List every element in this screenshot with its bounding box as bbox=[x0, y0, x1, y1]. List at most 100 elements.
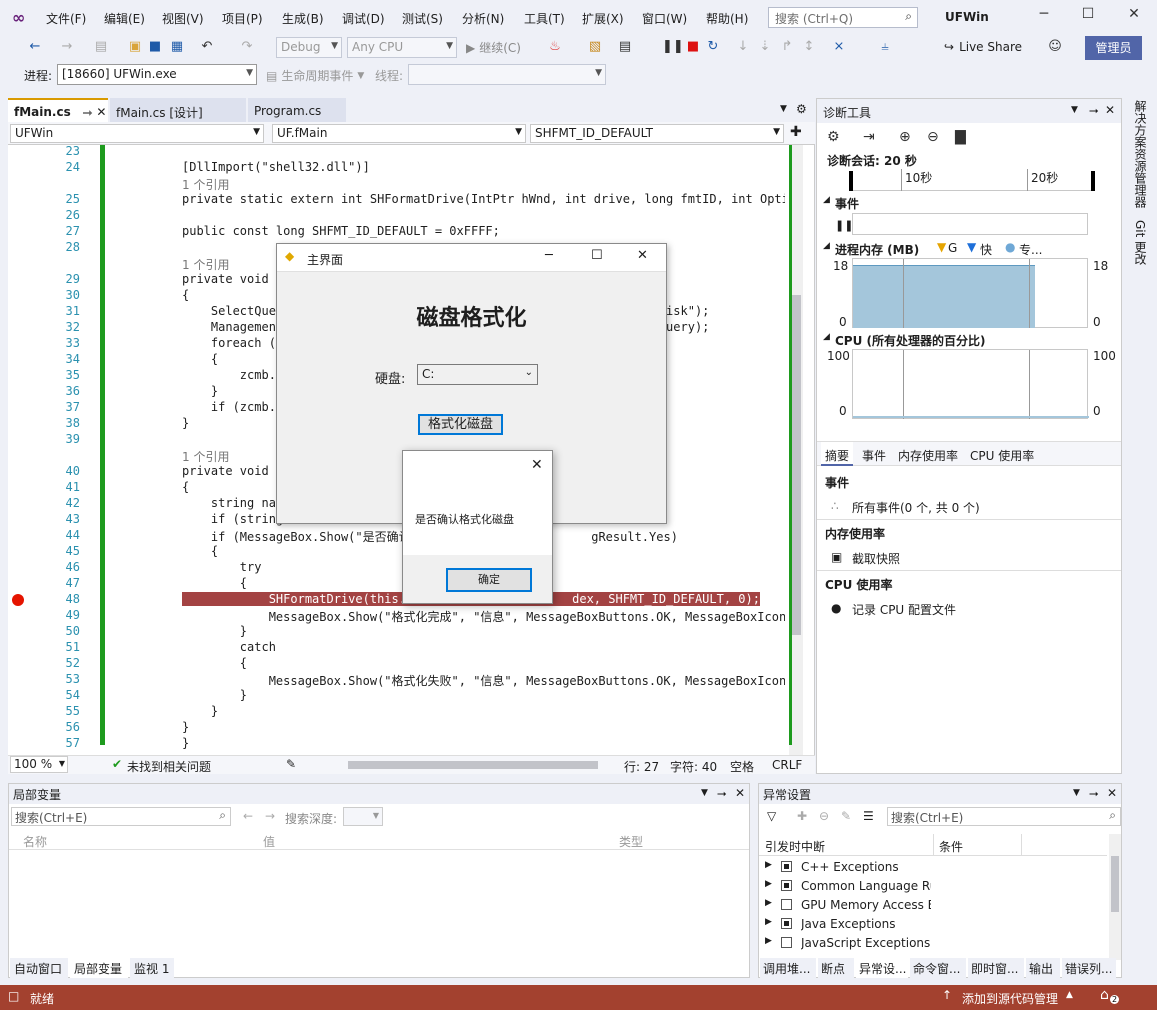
tab-overflow-icon[interactable]: ▼ bbox=[780, 104, 787, 114]
solution-explorer-tab[interactable]: 解决方案资源管理器 bbox=[1132, 100, 1149, 208]
column-type[interactable]: 类型 bbox=[619, 833, 643, 850]
breakpoint-list-icon[interactable]: ⫨ bbox=[876, 38, 894, 56]
back-icon[interactable]: ← bbox=[26, 38, 44, 56]
format-disk-button[interactable]: 格式化磁盘 bbox=[418, 414, 503, 435]
exception-checkbox[interactable] bbox=[781, 880, 792, 891]
disk-select[interactable]: C: ⌄ bbox=[417, 364, 538, 385]
codelens-reference[interactable]: 1 个引用 bbox=[182, 256, 229, 273]
line-indicator[interactable]: 行: 27 bbox=[624, 758, 659, 775]
horizontal-scrollbar[interactable] bbox=[348, 761, 598, 769]
exception-checkbox[interactable] bbox=[781, 899, 792, 910]
locals-search-input[interactable]: 搜索(Ctrl+E) ⌕ bbox=[11, 807, 231, 826]
tab-command-window[interactable]: 命令窗... bbox=[910, 958, 966, 978]
tab-memory[interactable]: 内存使用率 bbox=[898, 447, 958, 464]
chevron-down-icon[interactable]: ▼ bbox=[701, 788, 708, 798]
exception-row[interactable]: ▶ Java Exceptions bbox=[759, 915, 1107, 934]
menu-debug[interactable]: 调试(D) bbox=[342, 10, 385, 27]
redo-icon[interactable]: ↷ bbox=[238, 38, 256, 56]
exception-checkbox[interactable] bbox=[781, 861, 792, 872]
col-indicator[interactable]: 字符: 40 bbox=[670, 758, 717, 775]
zoom-select[interactable]: 100 % ▼ bbox=[10, 756, 68, 773]
spaces-indicator[interactable]: 空格 bbox=[730, 758, 754, 775]
menu-build[interactable]: 生成(B) bbox=[282, 10, 324, 27]
exception-row[interactable]: ▶ Common Language Ru bbox=[759, 877, 1107, 896]
eol-indicator[interactable]: CRLF bbox=[772, 758, 802, 772]
exception-checkbox[interactable] bbox=[781, 937, 792, 948]
all-events-link[interactable]: 所有事件(0 个, 共 0 个) bbox=[852, 499, 980, 516]
continue-button[interactable]: ▶ 继续(C) bbox=[466, 39, 521, 56]
exception-row[interactable]: ▶ JavaScript Exceptions bbox=[759, 934, 1107, 953]
scrollbar-thumb[interactable] bbox=[791, 295, 801, 635]
diagnostics-icon[interactable]: ▧ bbox=[586, 38, 604, 56]
edit-icon[interactable]: ✎ bbox=[841, 809, 851, 823]
open-folder-icon[interactable]: ▣ bbox=[126, 38, 144, 56]
close-icon[interactable]: ✕ bbox=[1105, 103, 1115, 117]
menu-project[interactable]: 项目(P) bbox=[222, 10, 263, 27]
maximize-button[interactable]: ☐ bbox=[1074, 6, 1102, 28]
exception-row[interactable]: ▶ C++ Exceptions bbox=[759, 858, 1107, 877]
tab-summary[interactable]: 摘要 bbox=[821, 442, 854, 466]
codelens-reference[interactable]: 1 个引用 bbox=[182, 176, 229, 193]
lifecycle-events-button[interactable]: ▤ 生命周期事件 ▼ bbox=[266, 67, 364, 84]
feedback-icon[interactable]: ☺ bbox=[1046, 38, 1064, 56]
restore-icon[interactable]: ☰ bbox=[863, 809, 874, 823]
memory-graph[interactable] bbox=[852, 258, 1088, 328]
close-icon[interactable]: ✕ bbox=[637, 248, 648, 263]
tab-breakpoints[interactable]: 断点 bbox=[818, 958, 854, 978]
minimize-icon[interactable]: ─ bbox=[545, 248, 553, 263]
menu-file[interactable]: 文件(F) bbox=[46, 10, 86, 27]
close-icon[interactable]: ✕ bbox=[1107, 786, 1117, 800]
chevron-up-icon[interactable]: ▲ bbox=[1066, 990, 1073, 1000]
maximize-icon[interactable]: ☐ bbox=[591, 248, 603, 263]
config-select[interactable]: Debug ▼ bbox=[276, 37, 342, 58]
record-cpu-link[interactable]: 记录 CPU 配置文件 bbox=[852, 601, 956, 618]
chevron-down-icon[interactable]: ▼ bbox=[1071, 105, 1078, 115]
filter-icon[interactable]: ⨯ bbox=[830, 38, 848, 56]
step-into-icon[interactable]: ↓ bbox=[734, 38, 752, 56]
forward-icon[interactable]: → bbox=[58, 38, 76, 56]
main-form-titlebar[interactable]: ◆ 主界面 ─ ☐ ✕ bbox=[277, 244, 666, 272]
pause-icon[interactable]: ❚❚ bbox=[662, 38, 684, 56]
pin-icon[interactable]: ⭢ bbox=[1089, 103, 1099, 118]
add-to-source-control[interactable]: 添加到源代码管理 bbox=[962, 990, 1058, 1007]
exception-checkbox[interactable] bbox=[781, 918, 792, 929]
step-back-icon[interactable]: ↕ bbox=[800, 38, 818, 56]
tab-output[interactable]: 输出 bbox=[1026, 958, 1060, 978]
exceptions-scrollbar[interactable] bbox=[1109, 834, 1121, 960]
expand-icon[interactable]: ▶ bbox=[765, 860, 772, 870]
menu-extensions[interactable]: 扩展(X) bbox=[582, 10, 624, 27]
settings-icon[interactable]: ⚙ bbox=[827, 129, 840, 145]
tab-immediate-window[interactable]: 即时窗... bbox=[968, 958, 1024, 978]
exception-row[interactable]: ▶ GPU Memory Access E bbox=[759, 896, 1107, 915]
expand-icon[interactable]: ▶ bbox=[765, 898, 772, 908]
settings-icon[interactable]: ⚙ bbox=[796, 102, 807, 116]
zoom-in-icon[interactable]: ⊕ bbox=[899, 129, 911, 145]
restart-icon[interactable]: ↻ bbox=[704, 38, 722, 56]
column-name[interactable]: 名称 bbox=[23, 833, 47, 850]
forward-icon[interactable]: → bbox=[265, 809, 275, 823]
zoom-out-icon[interactable]: ⊖ bbox=[927, 129, 939, 145]
project-dropdown[interactable]: UFWin ▼ bbox=[10, 124, 264, 143]
tab-fmain-cs[interactable]: fMain.cs ⭢ ✕ bbox=[8, 98, 108, 122]
close-button[interactable]: ✕ bbox=[1120, 6, 1148, 28]
timeline-ruler[interactable]: 10秒 20秒 bbox=[849, 169, 1095, 191]
tab-events[interactable]: 事件 bbox=[862, 447, 886, 464]
save-all-icon[interactable]: ▦ bbox=[168, 38, 186, 56]
tab-cpu[interactable]: CPU 使用率 bbox=[970, 447, 1034, 464]
layout-icon[interactable]: ▤ bbox=[616, 38, 634, 56]
search-depth-select[interactable]: ▼ bbox=[343, 807, 383, 826]
hot-reload-icon[interactable]: ♨ bbox=[546, 38, 564, 56]
exceptions-search-input[interactable]: 搜索(Ctrl+E) ⌕ bbox=[887, 807, 1121, 826]
add-icon[interactable]: ✚ bbox=[797, 809, 807, 823]
split-icon[interactable]: ✚ bbox=[790, 124, 802, 140]
cpu-graph[interactable] bbox=[852, 349, 1089, 419]
search-input[interactable]: 搜索 (Ctrl+Q) ⌕ bbox=[768, 7, 918, 28]
process-select[interactable]: [18660] UFWin.exe ▼ bbox=[57, 64, 257, 85]
minimize-button[interactable]: ─ bbox=[1030, 6, 1058, 28]
brush-icon[interactable]: ✎ bbox=[286, 757, 296, 771]
expand-icon[interactable]: ▶ bbox=[765, 936, 772, 946]
tab-fmain-designer[interactable]: fMain.cs [设计] bbox=[110, 98, 246, 122]
new-project-icon[interactable]: ▤ bbox=[92, 38, 110, 56]
events-track[interactable] bbox=[852, 213, 1088, 235]
breakpoint-icon[interactable] bbox=[12, 594, 24, 606]
